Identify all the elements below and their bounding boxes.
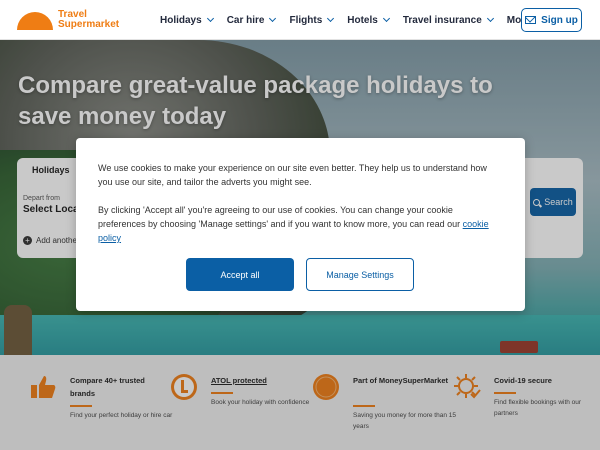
logo-arc-icon bbox=[17, 12, 53, 30]
mail-icon bbox=[525, 16, 537, 24]
nav-hotels[interactable]: Hotels bbox=[347, 14, 390, 26]
chevron-down-icon bbox=[269, 14, 277, 23]
manage-settings-button[interactable]: Manage Settings bbox=[306, 258, 414, 291]
chevron-down-icon bbox=[486, 14, 494, 23]
travelsupermarket-logo[interactable]: Travel Supermarket bbox=[17, 8, 119, 32]
chevron-down-icon bbox=[327, 14, 335, 23]
cookie-intro-text: We use cookies to make your experience o… bbox=[98, 163, 487, 187]
logo-line-2: Supermarket bbox=[58, 19, 120, 30]
nav-flights[interactable]: Flights bbox=[289, 14, 335, 26]
sign-up-button[interactable]: Sign up bbox=[521, 8, 582, 32]
chevron-down-icon bbox=[382, 14, 390, 23]
cookie-preferences-text: By clicking 'Accept all' you're agreeing… bbox=[98, 205, 489, 243]
chevron-down-icon bbox=[206, 14, 214, 23]
accept-all-button[interactable]: Accept all bbox=[186, 258, 294, 291]
site-header: Travel Supermarket Holidays Car hire Fli… bbox=[0, 0, 600, 40]
nav-car-hire[interactable]: Car hire bbox=[227, 14, 277, 26]
cookie-consent-dialog: We use cookies to make your experience o… bbox=[76, 138, 525, 311]
main-nav: Holidays Car hire Flights Hotels Travel … bbox=[160, 0, 556, 40]
nav-travel-insurance[interactable]: Travel insurance bbox=[403, 14, 494, 26]
nav-holidays[interactable]: Holidays bbox=[160, 14, 214, 26]
